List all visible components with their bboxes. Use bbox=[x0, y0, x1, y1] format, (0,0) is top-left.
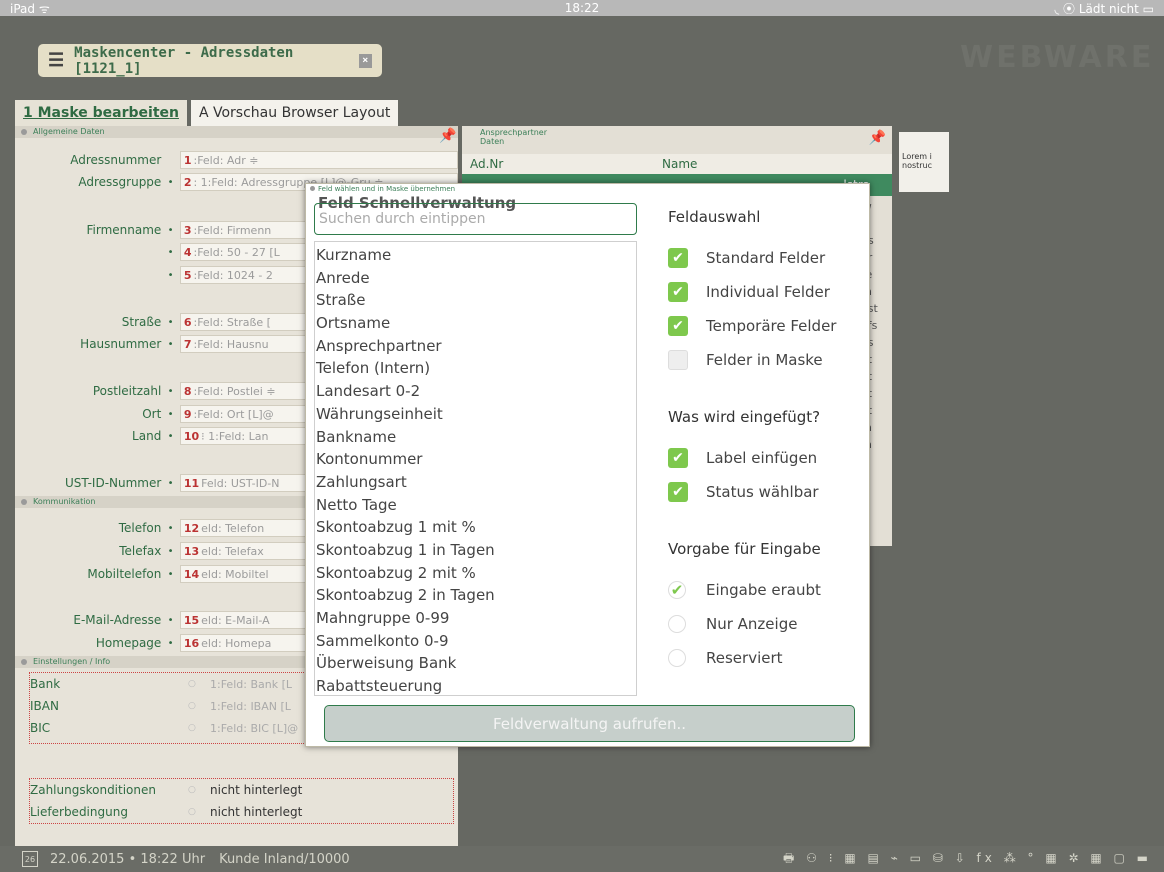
footer-bar: 26 22.06.2015 • 18:22 Uhr Kunde Inland/1… bbox=[0, 846, 1164, 872]
radio-unselected-icon[interactable] bbox=[668, 649, 686, 667]
checkbox-checked-icon[interactable]: ✔ bbox=[668, 482, 688, 502]
brand-logo: WEBWARE bbox=[960, 40, 1155, 75]
row-label: Adressnummer bbox=[70, 153, 162, 167]
section-header-allgemein: Allgemeine Daten bbox=[15, 126, 458, 138]
pin-icon[interactable]: 📌 bbox=[869, 130, 886, 146]
was-wird-eingefuegt-heading: Was wird eingefügt? bbox=[668, 408, 821, 426]
list-item[interactable]: Skontoabzug 2 mit % bbox=[315, 562, 636, 585]
list-item[interactable]: Mahngruppe 0-99 bbox=[315, 607, 636, 630]
clock: 18:22 bbox=[564, 1, 600, 15]
dialog-header: Feld wählen und in Maske übernehmen bbox=[306, 184, 869, 194]
option-individual-felder[interactable]: ✔ Individual Felder bbox=[668, 275, 868, 309]
feldverwaltung-button[interactable]: Feldverwaltung aufrufen.. bbox=[324, 705, 855, 742]
checkbox-checked-icon[interactable]: ✔ bbox=[668, 316, 688, 336]
calendar-icon[interactable]: 26 bbox=[22, 851, 38, 867]
tab-vorschau[interactable]: A Vorschau Browser Layout bbox=[190, 100, 399, 126]
checkbox-checked-icon[interactable]: ✔ bbox=[668, 448, 688, 468]
search-input[interactable]: Suchen durch eintippen bbox=[314, 203, 637, 235]
list-item[interactable]: Ortsname bbox=[315, 312, 636, 335]
row-label: Adressgruppe bbox=[78, 175, 162, 189]
row-label: Homepage bbox=[95, 636, 162, 650]
hamburger-icon[interactable]: ☰ bbox=[48, 50, 64, 71]
column-name[interactable]: Name bbox=[662, 157, 697, 171]
list-item[interactable]: Skontoabzug 2 in Tagen bbox=[315, 584, 636, 607]
row-label: Postleitzahl bbox=[92, 384, 162, 398]
list-item[interactable]: Skontoabzug 1 mit % bbox=[315, 516, 636, 539]
feldauswahl-heading: Feldauswahl bbox=[668, 208, 761, 226]
ios-status-bar: iPad ᯤ 18:22 ◟ ⦿ Lädt nicht ▭ bbox=[0, 0, 1164, 16]
list-item[interactable]: Straße bbox=[315, 289, 636, 312]
list-item[interactable]: Zahlungsart bbox=[315, 471, 636, 494]
row-label: Ort bbox=[142, 407, 162, 421]
window-title: Maskencenter - Adressdaten [1121_1] bbox=[74, 44, 294, 77]
column-adnr[interactable]: Ad.Nr bbox=[462, 157, 662, 171]
table-header: Ad.Nr Name bbox=[462, 154, 892, 174]
row-label: E-Mail-Adresse bbox=[73, 613, 162, 627]
window-title-button[interactable]: ☰ Maskencenter - Adressdaten [1121_1] × bbox=[38, 44, 382, 77]
list-item[interactable]: Überweisung Bank bbox=[315, 652, 636, 675]
list-item[interactable]: Kontonummer bbox=[315, 448, 636, 471]
option-standard-felder[interactable]: ✔ Standard Felder bbox=[668, 241, 868, 275]
checkbox-checked-icon[interactable]: ✔ bbox=[668, 282, 688, 302]
option-status-waehlbar[interactable]: ✔ Status wählbar bbox=[668, 475, 868, 509]
field-quick-admin-dialog: Feld wählen und in Maske übernehmen Feld… bbox=[305, 183, 870, 747]
vorgabe-heading: Vorgabe für Eingabe bbox=[668, 540, 821, 558]
row-label: Firmenname bbox=[86, 223, 162, 237]
battery-status: ◟ ⦿ Lädt nicht ▭ bbox=[1054, 1, 1154, 16]
footer-datetime: 22.06.2015 • 18:22 Uhr bbox=[50, 851, 206, 867]
pin-icon[interactable]: 📌 bbox=[439, 128, 456, 144]
list-item[interactable]: Rabattsteuerung bbox=[315, 675, 636, 695]
option-felder-in-maske[interactable]: Felder in Maske bbox=[668, 343, 868, 377]
list-item[interactable]: Bankname bbox=[315, 426, 636, 449]
list-item[interactable]: Währungseinheit bbox=[315, 403, 636, 426]
conditions-group: Zahlungskonditionen ○ nicht hinterlegt Lie… bbox=[29, 778, 454, 824]
footer-customer: Kunde Inland/10000 bbox=[219, 851, 350, 867]
checkbox-checked-icon[interactable]: ✔ bbox=[668, 248, 688, 268]
options-panel: Feldauswahl ✔ Standard Felder ✔ Individual… bbox=[668, 207, 868, 675]
option-temporaere-felder[interactable]: ✔ Temporäre Felder bbox=[668, 309, 868, 343]
list-item[interactable]: Ansprechpartner bbox=[315, 335, 636, 358]
radio-eingabe-erlaubt[interactable]: ✔ Eingabe eraubt bbox=[668, 573, 868, 607]
row-label: Telefon bbox=[118, 521, 162, 535]
section-header-daten: Daten bbox=[480, 137, 505, 146]
list-item[interactable]: Kurzname bbox=[315, 244, 636, 267]
row-label: UST-ID-Nummer bbox=[64, 476, 162, 490]
checkbox-unchecked-icon[interactable] bbox=[668, 350, 688, 370]
row-label: Telefax bbox=[119, 544, 162, 558]
radio-unselected-icon[interactable] bbox=[668, 615, 686, 633]
row-label: Hausnummer bbox=[80, 337, 162, 351]
field-list[interactable]: Kurzname Anrede Straße Ortsname Ansprech… bbox=[314, 241, 637, 696]
row-label: Straße bbox=[121, 315, 162, 329]
option-label-einfuegen[interactable]: ✔ Label einfügen bbox=[668, 441, 868, 475]
radio-reserviert[interactable]: Reserviert bbox=[668, 641, 868, 675]
section-header-ansprechpartner: Ansprechpartner bbox=[480, 128, 547, 137]
device-label: iPad ᯤ bbox=[10, 1, 50, 16]
radio-selected-icon[interactable]: ✔ bbox=[668, 581, 686, 599]
row-label: Land bbox=[132, 429, 162, 443]
list-item[interactable]: Anrede bbox=[315, 267, 636, 290]
list-item[interactable]: Sammelkonto 0-9 bbox=[315, 630, 636, 653]
list-item[interactable]: Skontoabzug 1 in Tagen bbox=[315, 539, 636, 562]
preview-mini-panel[interactable]: Lorem i nostruc bbox=[899, 132, 949, 192]
tab-maske-bearbeiten[interactable]: 1 Maske bearbeiten bbox=[15, 100, 187, 126]
footer-toolbar-icons[interactable]: 🖶 ⚇ ⁝ ▦ ▤ ⌁ ▭ ⛁ ⇩ fx ⁂ ° ▦ ✲ ▦ ▢ ▬ bbox=[783, 849, 1152, 870]
tab-bar: 1 Maske bearbeiten A Vorschau Browser La… bbox=[15, 100, 399, 126]
list-item[interactable]: Netto Tage bbox=[315, 494, 636, 517]
list-item[interactable]: Telefon (Intern) bbox=[315, 357, 636, 380]
field-slot[interactable]: 1:Feld: Adr ≑ bbox=[179, 151, 458, 169]
close-icon[interactable]: × bbox=[358, 53, 372, 68]
row-label: Mobiltelefon bbox=[87, 567, 162, 581]
radio-nur-anzeige[interactable]: Nur Anzeige bbox=[668, 607, 868, 641]
list-item[interactable]: Landesart 0-2 bbox=[315, 380, 636, 403]
